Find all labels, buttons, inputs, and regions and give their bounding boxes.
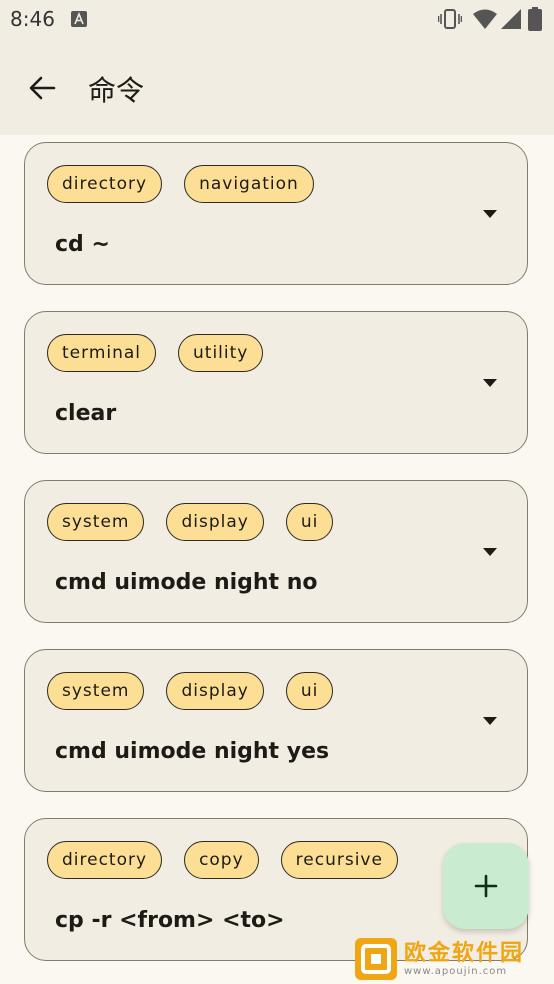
signal-icon xyxy=(501,9,521,29)
vibrate-icon xyxy=(438,9,462,29)
tag-chip[interactable]: directory xyxy=(47,165,163,203)
watermark-name: 欧金软件园 xyxy=(404,940,525,966)
command-text: cp -r <from> <to> xyxy=(55,908,285,933)
watermark-text: 欧金软件园 www.apoujin.com xyxy=(404,940,525,977)
plus-icon xyxy=(474,874,498,898)
command-text: cd ~ xyxy=(55,232,110,257)
status-bar: 8:46 xyxy=(0,0,554,38)
tag-chip[interactable]: display xyxy=(166,503,264,541)
tag-chip[interactable]: directory xyxy=(47,841,163,879)
tag-chip[interactable]: utility xyxy=(178,334,264,372)
tag-chip[interactable]: terminal xyxy=(47,334,157,372)
app-bar: 命令 xyxy=(0,38,554,135)
site-logo-icon xyxy=(355,938,397,980)
command-card[interactable]: system display ui cmd uimode night yes xyxy=(24,649,528,792)
notification-a-icon xyxy=(71,11,87,27)
watermark-url: www.apoujin.com xyxy=(404,965,508,977)
tag-row: system display ui xyxy=(47,503,334,541)
expand-button[interactable] xyxy=(479,541,501,563)
tag-chip[interactable]: ui xyxy=(285,672,334,710)
tag-chip[interactable]: ui xyxy=(285,503,334,541)
command-text: cmd uimode night yes xyxy=(55,739,330,764)
dropdown-arrow-icon xyxy=(483,379,497,387)
tag-chip[interactable]: system xyxy=(47,672,145,710)
tag-row: directory copy recursive xyxy=(47,841,398,879)
tag-row: directory navigation xyxy=(47,165,314,203)
command-card[interactable]: directory navigation cd ~ xyxy=(24,142,528,285)
arrow-back-icon xyxy=(29,76,56,100)
watermark: 欧金软件园 www.apoujin.com xyxy=(354,936,550,982)
tag-row: terminal utility xyxy=(47,334,264,372)
tag-row: system display ui xyxy=(47,672,334,710)
dropdown-arrow-icon xyxy=(483,210,497,218)
expand-button[interactable] xyxy=(479,203,501,225)
dropdown-arrow-icon xyxy=(483,717,497,725)
command-text: cmd uimode night no xyxy=(55,570,318,595)
expand-button[interactable] xyxy=(479,372,501,394)
status-time: 8:46 xyxy=(10,7,55,31)
battery-icon xyxy=(528,7,542,31)
command-card[interactable]: system display ui cmd uimode night no xyxy=(24,480,528,623)
dropdown-arrow-icon xyxy=(483,548,497,556)
command-text: clear xyxy=(55,401,117,426)
tag-chip[interactable]: system xyxy=(47,503,145,541)
tag-chip[interactable]: copy xyxy=(184,841,259,879)
tag-chip[interactable]: navigation xyxy=(184,165,314,203)
tag-chip[interactable]: display xyxy=(166,672,264,710)
back-button[interactable] xyxy=(20,66,64,110)
tag-chip[interactable]: recursive xyxy=(280,841,398,879)
add-command-button[interactable] xyxy=(443,843,529,929)
wifi-icon xyxy=(473,9,497,29)
command-card[interactable]: terminal utility clear xyxy=(24,311,528,454)
page-title: 命令 xyxy=(88,74,145,107)
expand-button[interactable] xyxy=(479,710,501,732)
